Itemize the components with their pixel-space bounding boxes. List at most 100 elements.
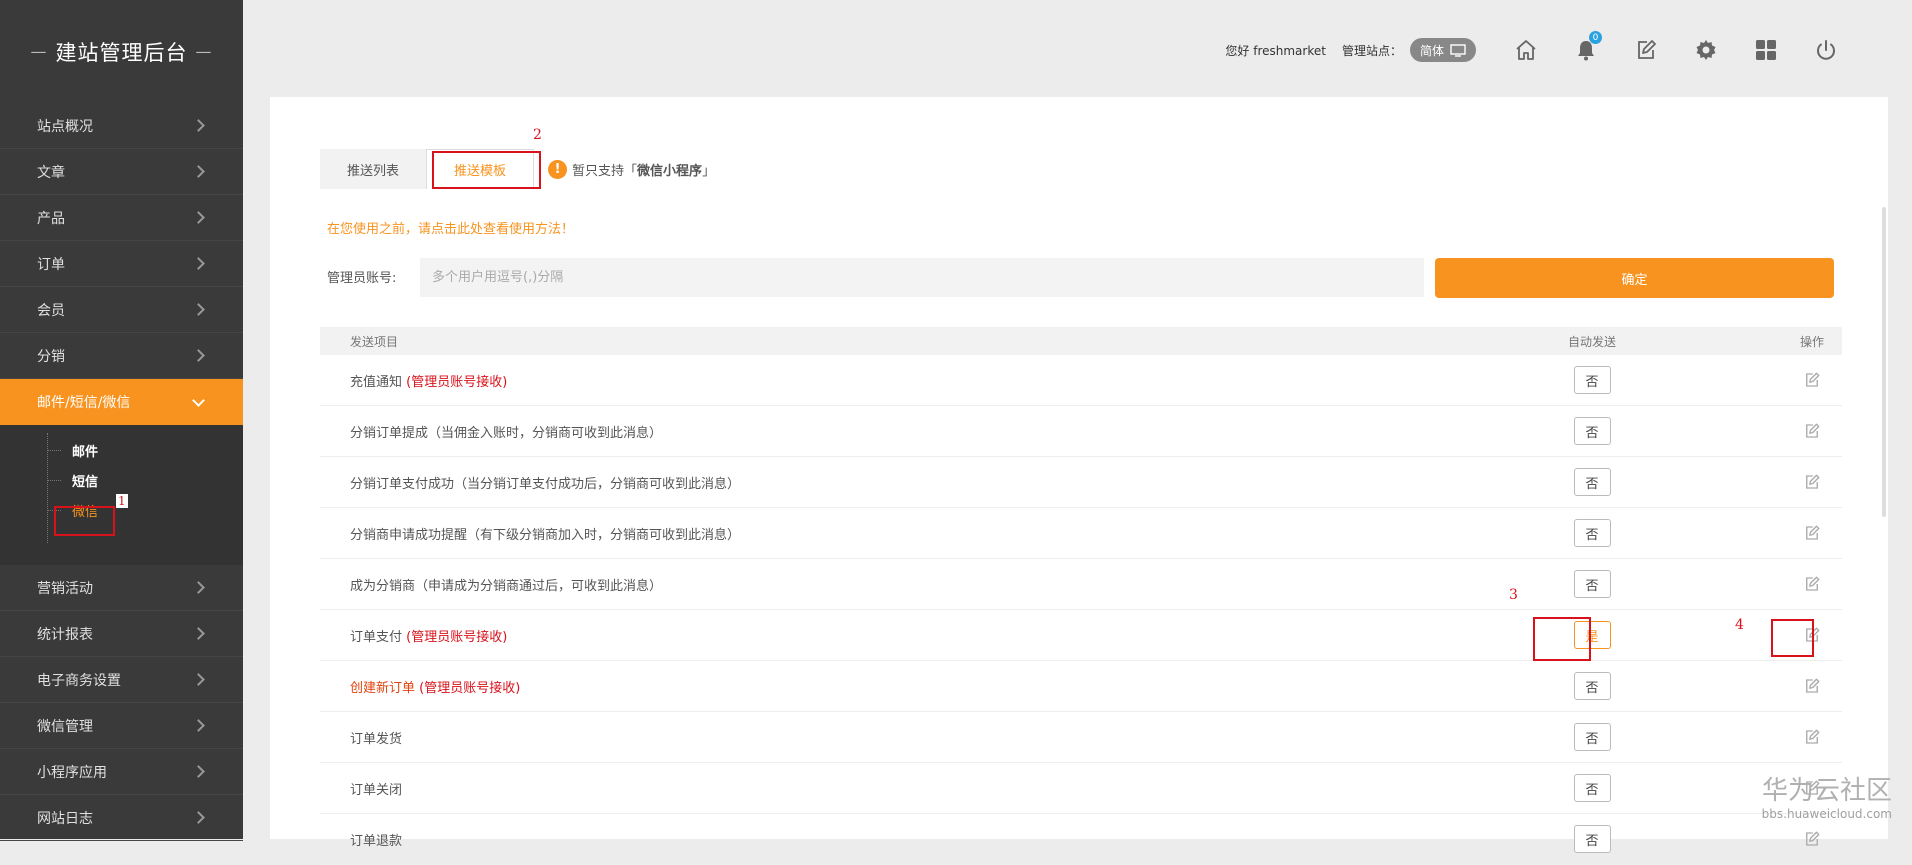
auto-send-toggle[interactable]: 否 [1573, 774, 1611, 802]
row-item-name: 分销订单提成（当佣金入账时，分销商可收到此消息） [350, 425, 663, 441]
sidebar-item-product[interactable]: 产品 [0, 195, 243, 241]
bell-icon[interactable]: 0 [1556, 30, 1616, 70]
annotation-number-1: 1 [116, 494, 128, 508]
scrollbar[interactable] [1882, 207, 1886, 517]
edit-row-icon[interactable] [1782, 728, 1842, 746]
admin-account-input[interactable] [420, 258, 1424, 297]
annotation-number-3: 3 [1509, 587, 1518, 603]
chevron-right-icon [192, 303, 205, 316]
chevron-right-icon [192, 349, 205, 362]
greeting: 您好 freshmarket [1225, 43, 1326, 58]
sidebar-item-ecommerce-settings[interactable]: 电子商务设置 [0, 657, 243, 703]
table-row: 成为分销商（申请成为分销商通过后，可收到此消息） 否 [320, 559, 1842, 610]
sidebar-item-miniprogram-app[interactable]: 小程序应用 [0, 749, 243, 795]
edit-row-icon[interactable] [1782, 422, 1842, 440]
push-template-table: 发送项目 自动发送 操作 充值通知 (管理员账号接收) 否分销订单提成（当佣金入账… [320, 327, 1842, 865]
gear-icon[interactable] [1676, 30, 1736, 70]
auto-send-toggle[interactable]: 否 [1573, 825, 1611, 853]
brand: — 建站管理后台 — [0, 0, 243, 103]
auto-send-toggle[interactable]: 否 [1573, 417, 1611, 445]
row-item-name: 订单退款 [350, 833, 403, 849]
auto-send-toggle[interactable]: 否 [1573, 366, 1611, 394]
table-row: 分销商申请成功提醒（有下级分销商加入时，分销商可收到此消息） 否 [320, 508, 1842, 559]
brand-title: 建站管理后台 [55, 40, 188, 65]
sidebar-item-mail-sms-wechat[interactable]: 邮件/短信/微信 [0, 379, 243, 425]
subnav-item-email[interactable]: 邮件 [0, 435, 243, 465]
chevron-right-icon [192, 811, 205, 824]
auto-send-toggle[interactable]: 否 [1573, 723, 1611, 751]
header-auto-send: 自动发送 [1567, 334, 1616, 349]
admin-account-label: 管理员账号: [327, 271, 397, 286]
table-row: 充值通知 (管理员账号接收) 否 [320, 355, 1842, 406]
edit-row-icon[interactable] [1782, 473, 1842, 491]
chevron-right-icon [192, 257, 205, 270]
admin-receive-tag: (管理员账号接收) [406, 629, 508, 645]
row-item-name: 成为分销商（申请成为分销商通过后，可收到此消息） [350, 578, 663, 594]
auto-send-toggle[interactable]: 否 [1573, 519, 1611, 547]
grid-icon[interactable] [1736, 30, 1796, 70]
annotation-box-2 [432, 151, 541, 189]
watermark: 华为云社区 bbs.huaweicloud.com [1761, 776, 1892, 821]
table-row: 订单关闭 否 [320, 763, 1842, 814]
chevron-right-icon [192, 765, 205, 778]
annotation-number-4: 4 [1735, 617, 1744, 633]
row-item-name: 分销订单支付成功（当分销订单支付成功后，分销商可收到此消息） [350, 476, 741, 492]
sidebar-item-overview[interactable]: 站点概况 [0, 103, 243, 149]
annotation-box-3 [1533, 617, 1591, 661]
sidebar-item-distribution[interactable]: 分销 [0, 333, 243, 379]
tab-push-list[interactable]: 推送列表 [320, 149, 427, 189]
row-item-name: 订单发货 [350, 731, 403, 747]
table-row: 订单支付 (管理员账号接收) 是 [320, 610, 1842, 661]
header-operation: 操作 [1799, 334, 1824, 349]
sidebar-item-statistics[interactable]: 统计报表 [0, 611, 243, 657]
edit-row-icon[interactable] [1782, 830, 1842, 848]
chevron-right-icon [192, 581, 205, 594]
sidebar-item-member[interactable]: 会员 [0, 287, 243, 333]
chevron-right-icon [192, 211, 205, 224]
sidebar-item-marketing[interactable]: 营销活动 [0, 565, 243, 611]
edit-row-icon[interactable] [1782, 575, 1842, 593]
notification-badge: 0 [1589, 31, 1602, 44]
row-item-name: 充值通知 (管理员账号接收) [350, 374, 508, 390]
annotation-number-2: 2 [533, 127, 542, 143]
chevron-right-icon [192, 719, 205, 732]
support-notice: ! 暂只支持「 微信小程序」 [548, 159, 715, 179]
chevron-right-icon [192, 119, 205, 132]
chevron-right-icon [192, 165, 205, 178]
power-icon[interactable] [1796, 30, 1856, 70]
confirm-button[interactable]: 确定 [1435, 258, 1834, 298]
edit-row-icon[interactable] [1782, 677, 1842, 695]
table-row: 分销订单支付成功（当分销订单支付成功后，分销商可收到此消息） 否 [320, 457, 1842, 508]
annotation-box-1 [54, 506, 115, 536]
admin-receive-tag: (管理员账号接收) [406, 374, 508, 390]
row-item-name: 分销商申请成功提醒（有下级分销商加入时，分销商可收到此消息） [350, 527, 741, 543]
home-icon[interactable] [1496, 30, 1556, 70]
sidebar-item-wechat-manage[interactable]: 微信管理 [0, 703, 243, 749]
auto-send-toggle[interactable]: 否 [1573, 468, 1611, 496]
auto-send-toggle[interactable]: 否 [1573, 570, 1611, 598]
main-panel: 推送列表 推送模板 ! 暂只支持「 微信小程序」 在您使用之前，请点击此处查看使用… [270, 97, 1888, 865]
usage-help-link[interactable]: 在您使用之前，请点击此处查看使用方法！ [327, 218, 574, 237]
row-item-name: 创建新订单 (管理员账号接收) [350, 680, 521, 696]
sidebar-item-site-log[interactable]: 网站日志 [0, 795, 243, 841]
sidebar: — 建站管理后台 — 站点概况 文章 产品 订单 会员 分销 邮件/短信/微信 邮件 短信 微信… [0, 0, 243, 841]
chevron-right-icon [192, 673, 205, 686]
edit-row-icon[interactable] [1782, 371, 1842, 389]
row-item-name: 订单关闭 [350, 782, 403, 798]
row-item-name: 订单支付 (管理员账号接收) [350, 629, 508, 645]
auto-send-toggle[interactable]: 否 [1573, 672, 1611, 700]
site-label: 管理站点： [1341, 43, 1402, 58]
edit-row-icon[interactable] [1782, 524, 1842, 542]
warning-icon: ! [548, 159, 568, 179]
monitor-icon [1450, 43, 1466, 57]
sidebar-item-order[interactable]: 订单 [0, 241, 243, 287]
table-row: 订单发货 否 [320, 712, 1842, 763]
chevron-right-icon [192, 627, 205, 640]
edit-icon[interactable] [1616, 30, 1676, 70]
language-switch[interactable]: 简体 [1409, 38, 1476, 62]
table-row: 创建新订单 (管理员账号接收) 否 [320, 661, 1842, 712]
header-item: 发送项目 [350, 334, 399, 349]
sidebar-item-article[interactable]: 文章 [0, 149, 243, 195]
table-row: 分销订单提成（当佣金入账时，分销商可收到此消息） 否 [320, 406, 1842, 457]
subnav-item-sms[interactable]: 短信 [0, 465, 243, 495]
